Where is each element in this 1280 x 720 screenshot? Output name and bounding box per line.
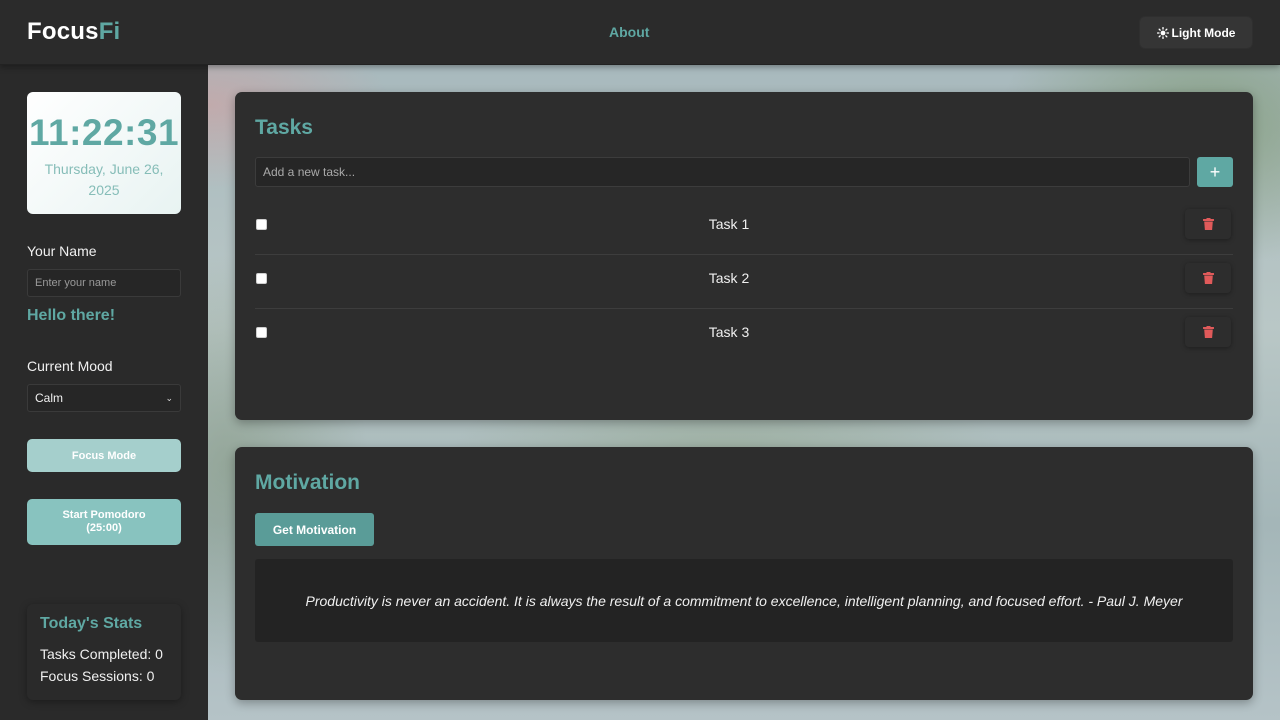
greeting-text: Hello there! xyxy=(27,307,116,324)
app-logo[interactable]: FocusFi xyxy=(27,18,120,46)
task-label: Task 1 xyxy=(708,216,750,232)
stats-title: Today's Stats xyxy=(40,615,143,632)
name-label: Your Name xyxy=(27,243,97,259)
chevron-down-icon: ⌄ xyxy=(165,392,173,403)
pomodoro-label: Start Pomodoro xyxy=(62,509,146,521)
sun-icon xyxy=(1156,26,1169,39)
quote-box: Productivity is never an accident. It is… xyxy=(255,559,1233,642)
quote-text: Productivity is never an accident. It is… xyxy=(305,592,1183,609)
delete-task-button[interactable] xyxy=(1185,263,1231,293)
task-label: Task 3 xyxy=(708,324,750,340)
motivation-panel: Motivation Get Motivation Productivity i… xyxy=(235,447,1253,700)
sidebar: 11:22:31 Thursday, June 26, 2025 Your Na… xyxy=(0,65,208,720)
logo-main-text: Focus xyxy=(27,18,99,45)
clock-date: Thursday, June 26, 2025 xyxy=(44,161,164,198)
light-mode-toggle-button[interactable]: Light Mode xyxy=(1139,16,1253,49)
nav-about-link[interactable]: About xyxy=(609,24,649,40)
tasks-completed-stat: Tasks Completed: 0 xyxy=(40,646,163,662)
add-task-button[interactable]: + xyxy=(1197,157,1233,187)
start-pomodoro-button[interactable]: Start Pomodoro (25:00) xyxy=(27,499,181,545)
task-item: Task 3 xyxy=(255,309,1233,363)
trash-icon xyxy=(1202,326,1214,338)
trash-icon xyxy=(1202,218,1214,230)
mood-selected-value: Calm xyxy=(35,391,64,405)
mood-label: Current Mood xyxy=(27,358,113,374)
top-bar: FocusFi About Light Mode xyxy=(0,0,1280,65)
tasks-panel: Tasks + Task 1 Task 2 Task 3 xyxy=(235,92,1253,420)
get-motivation-button[interactable]: Get Motivation xyxy=(255,513,374,546)
tasks-title: Tasks xyxy=(255,116,313,139)
pomodoro-duration: (25:00) xyxy=(86,522,122,534)
delete-task-button[interactable] xyxy=(1185,209,1231,239)
light-mode-label: Light Mode xyxy=(1171,25,1236,40)
task-label: Task 2 xyxy=(708,270,750,286)
logo-accent-text: Fi xyxy=(98,18,121,45)
stats-card: Today's Stats Tasks Completed: 0 Focus S… xyxy=(27,604,181,700)
trash-icon xyxy=(1202,272,1214,284)
focus-mode-button[interactable]: Focus Mode xyxy=(27,439,181,472)
task-item: Task 1 xyxy=(255,201,1233,255)
delete-task-button[interactable] xyxy=(1185,317,1231,347)
new-task-input[interactable] xyxy=(255,157,1190,187)
focus-sessions-stat: Focus Sessions: 0 xyxy=(40,668,155,684)
task-item: Task 2 xyxy=(255,255,1233,309)
clock-card: 11:22:31 Thursday, June 26, 2025 xyxy=(27,92,181,214)
mood-select[interactable]: Calm ⌄ xyxy=(27,384,181,412)
clock-time: 11:22:31 xyxy=(28,112,180,153)
motivation-title: Motivation xyxy=(255,471,360,494)
name-input[interactable] xyxy=(27,269,181,297)
